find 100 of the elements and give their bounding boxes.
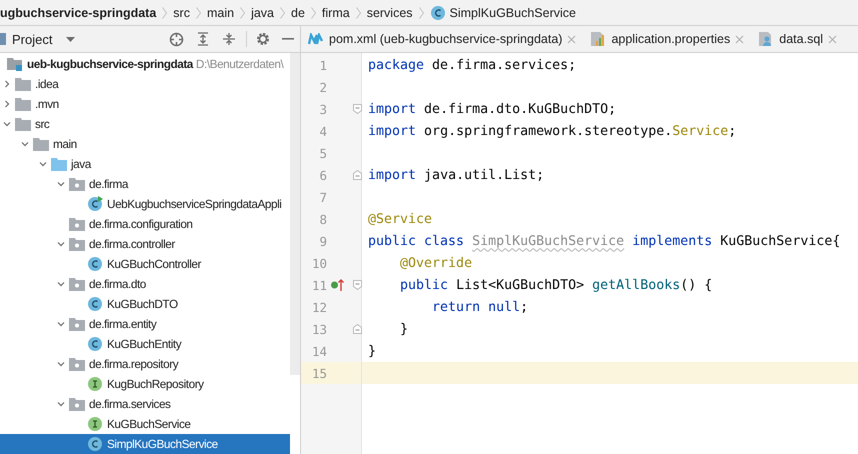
settings-icon[interactable] xyxy=(256,32,270,46)
tree-item[interactable]: de.firma.repository xyxy=(0,354,290,374)
breadcrumb-item[interactable]: main xyxy=(206,6,234,20)
minimize-icon[interactable] xyxy=(282,38,294,40)
tree-item[interactable]: KugBuchRepository xyxy=(0,374,290,394)
folder-icon xyxy=(15,98,31,110)
scrollbar[interactable] xyxy=(290,53,300,375)
chevron-down-icon[interactable] xyxy=(57,360,65,368)
line-number: 7 xyxy=(318,190,327,204)
chevron-down-icon[interactable] xyxy=(39,160,47,168)
fold-icon[interactable] xyxy=(353,324,362,334)
code-line: } xyxy=(368,344,376,358)
chevron-right-icon[interactable] xyxy=(3,100,11,108)
code-line: import java.util.List; xyxy=(368,168,544,182)
tree-item[interactable]: de.firma.dto xyxy=(0,274,290,294)
editor-tab[interactable]: application.properties xyxy=(583,26,752,52)
tree-label: de.firma.dto xyxy=(89,277,146,291)
code-line: public class SimplKuGBuchService implements KuGBuchService{ xyxy=(368,234,840,248)
code-line: @Override xyxy=(399,256,472,270)
code-line: @Service xyxy=(368,212,432,226)
breadcrumb-item[interactable]: de xyxy=(291,6,305,20)
editor-tab[interactable]: data.sql xyxy=(751,26,844,52)
chevron-right-icon[interactable] xyxy=(3,80,11,88)
tree-item[interactable]: ueb-kugbuchservice-springdata D:\Benutzerdaten\ xyxy=(0,54,290,74)
code-line: return null; xyxy=(431,300,528,314)
package-icon xyxy=(69,278,85,290)
chevron-down-icon[interactable] xyxy=(57,400,65,408)
chevron-down-icon[interactable] xyxy=(57,240,65,248)
fold-icon[interactable] xyxy=(353,170,362,180)
tree-label: KuGBuchEntity xyxy=(107,337,182,351)
tree-item[interactable]: java xyxy=(0,154,290,174)
tree-item[interactable]: de.firma.controller xyxy=(0,234,290,254)
tree-item[interactable]: KuGBuchEntity xyxy=(0,334,290,354)
line-number: 13 xyxy=(310,322,327,336)
tree-label: de.firma.entity xyxy=(89,317,156,331)
chevron-down-icon[interactable] xyxy=(21,140,29,148)
code-line: public List<KuGBuchDTO> getAllBooks() { xyxy=(399,278,712,292)
interface-icon xyxy=(87,376,103,392)
chevron-down-icon[interactable] xyxy=(3,120,11,128)
tree-item[interactable]: src xyxy=(0,114,290,134)
tree-item[interactable]: KuGBuchDTO xyxy=(0,294,290,314)
tree-label: UebKugbuchserviceSpringdataAppli xyxy=(107,197,282,211)
tree-item[interactable]: .idea xyxy=(0,74,290,94)
editor-tab[interactable]: pom.xml (ueb-kugbuchservice-springdata) xyxy=(301,26,584,52)
breadcrumb-item[interactable]: services xyxy=(366,6,413,20)
breadcrumb-item[interactable]: SimplKuGBuchService xyxy=(430,4,576,20)
separator-chevron-icon xyxy=(240,6,246,18)
folder-icon xyxy=(15,118,31,130)
code-line: import de.firma.dto.KuGBuchDTO; xyxy=(368,102,616,116)
line-number: 12 xyxy=(310,300,327,314)
implements-marker-icon[interactable] xyxy=(330,278,344,292)
code-line: import org.springframework.stereotype.Service; xyxy=(368,124,736,138)
breadcrumb-item[interactable]: src xyxy=(173,6,190,20)
tree-label: .idea xyxy=(35,77,58,91)
tree-item[interactable]: de.firma.services xyxy=(0,394,290,414)
line-number: 14 xyxy=(310,344,327,358)
fold-icon[interactable] xyxy=(353,280,362,290)
package-icon xyxy=(69,318,85,330)
tree-label: SimplKuGBuchService xyxy=(107,437,218,451)
separator-chevron-icon xyxy=(196,6,201,18)
line-number: 10 xyxy=(310,256,327,270)
line-number: 2 xyxy=(318,80,327,94)
tree-label: KuGBuchController xyxy=(107,257,201,271)
tree-item[interactable]: SimplKuGBuchService xyxy=(0,434,290,454)
line-number: 8 xyxy=(318,212,327,226)
class-icon xyxy=(87,296,103,312)
tree-item[interactable]: .mvn xyxy=(0,94,290,114)
line-number: 3 xyxy=(318,102,327,116)
tree-label: de.firma.services xyxy=(89,397,171,411)
tree-label: src xyxy=(35,117,50,131)
separator-chevron-icon xyxy=(418,6,424,18)
collapse-all-icon[interactable] xyxy=(222,32,236,46)
tree-item[interactable]: de.firma.entity xyxy=(0,314,290,334)
separator-chevron-icon xyxy=(310,6,316,18)
chevron-down-icon[interactable] xyxy=(57,280,65,288)
chevron-down-icon[interactable] xyxy=(57,320,65,328)
tree-label: de.firma.repository xyxy=(89,357,178,371)
dropdown-caret-icon[interactable] xyxy=(66,36,76,42)
separator-chevron-icon xyxy=(356,6,361,18)
package-icon xyxy=(69,398,85,410)
tree-item[interactable]: main xyxy=(0,134,290,154)
tree-label: de.firma xyxy=(89,177,128,191)
tree-item[interactable]: KuGBuchService xyxy=(0,414,290,434)
locate-icon[interactable] xyxy=(169,32,184,46)
tree-item[interactable]: UebKugbuchserviceSpringdataAppli xyxy=(0,194,290,214)
tree-label: de.firma.controller xyxy=(89,237,175,251)
chevron-down-icon[interactable] xyxy=(57,180,65,188)
class-icon xyxy=(87,256,103,272)
class-icon xyxy=(87,436,103,452)
panel-title[interactable]: Project xyxy=(12,32,52,46)
line-number: 5 xyxy=(318,146,327,160)
tree-item[interactable]: KuGBuchController xyxy=(0,254,290,274)
breadcrumb-item[interactable]: firma xyxy=(322,6,350,20)
properties-icon xyxy=(590,31,606,47)
tree-item[interactable]: de.firma xyxy=(0,174,290,194)
breadcrumb-item[interactable]: java xyxy=(251,6,274,20)
fold-icon[interactable] xyxy=(353,104,362,114)
tree-item[interactable]: de.firma.configuration xyxy=(0,214,290,234)
expand-all-icon[interactable] xyxy=(196,32,210,46)
breadcrumb-item[interactable]: ugbuchservice-springdata xyxy=(0,6,156,20)
